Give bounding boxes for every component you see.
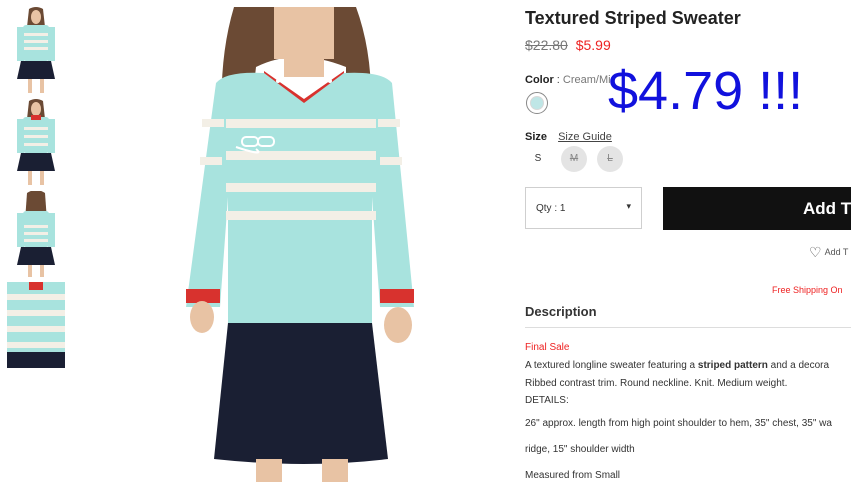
overlay-price-annotation: $4.79 !!!: [608, 61, 804, 121]
final-sale-label: Final Sale: [525, 342, 570, 353]
description-line-1-pre: A textured longline sweater featuring a: [525, 360, 698, 371]
color-label: Color: [525, 74, 554, 86]
wishlist-label: Add T: [824, 247, 849, 257]
thumbnail-2[interactable]: [7, 99, 65, 185]
size-label: Size: [525, 131, 548, 143]
thumbnail-4[interactable]: [7, 282, 65, 368]
description-divider: [525, 327, 851, 328]
quantity-value: Qty : 1: [536, 203, 566, 214]
color-separator: :: [556, 74, 560, 86]
size-guide-link[interactable]: Size Guide: [558, 131, 612, 143]
thumbnail-1[interactable]: [7, 7, 65, 93]
color-value: Cream/Mi: [562, 74, 611, 86]
description-line-4: 26" approx. length from high point shoul…: [525, 418, 832, 429]
description-line-5: ridge, 15" shoulder width: [525, 444, 635, 455]
heart-icon: ♡: [809, 244, 822, 260]
thumbnail-3[interactable]: [7, 191, 65, 277]
size-row: Size Size Guide: [525, 131, 612, 143]
size-option-m[interactable]: M: [561, 146, 587, 172]
main-product-image[interactable]: [146, 7, 460, 482]
color-row: Color : Cream/Mi: [525, 74, 611, 86]
color-swatch-cream-mint[interactable]: [526, 92, 548, 114]
add-to-bag-label: Add T: [803, 199, 851, 218]
description-line-1-bold: striped pattern: [697, 360, 768, 371]
description-heading: Description: [525, 304, 597, 319]
free-shipping-banner[interactable]: Free Shipping On: [772, 285, 843, 295]
quantity-select[interactable]: Qty : 1 ▾: [525, 187, 642, 229]
size-option-l[interactable]: L: [597, 146, 623, 172]
chevron-down-icon: ▾: [626, 201, 631, 211]
description-line-3: DETAILS:: [525, 395, 569, 406]
description-line-1-post: and a decora: [767, 360, 830, 371]
add-to-wishlist-link[interactable]: ♡ Add T: [809, 244, 848, 261]
color-swatch-fill: [530, 96, 544, 110]
sale-price: $5.99: [575, 37, 611, 53]
add-to-bag-button[interactable]: Add T: [663, 187, 851, 230]
description-line-2: Ribbed contrast trim. Round neckline. Kn…: [525, 378, 788, 389]
product-title: Textured Striped Sweater: [525, 8, 741, 28]
description-line-1: A textured longline sweater featuring a …: [525, 360, 829, 371]
original-price: $22.80: [525, 37, 568, 53]
price-row: $22.80 $5.99: [525, 37, 611, 53]
description-line-6: Measured from Small: [525, 470, 621, 481]
size-option-s[interactable]: S: [525, 146, 551, 172]
